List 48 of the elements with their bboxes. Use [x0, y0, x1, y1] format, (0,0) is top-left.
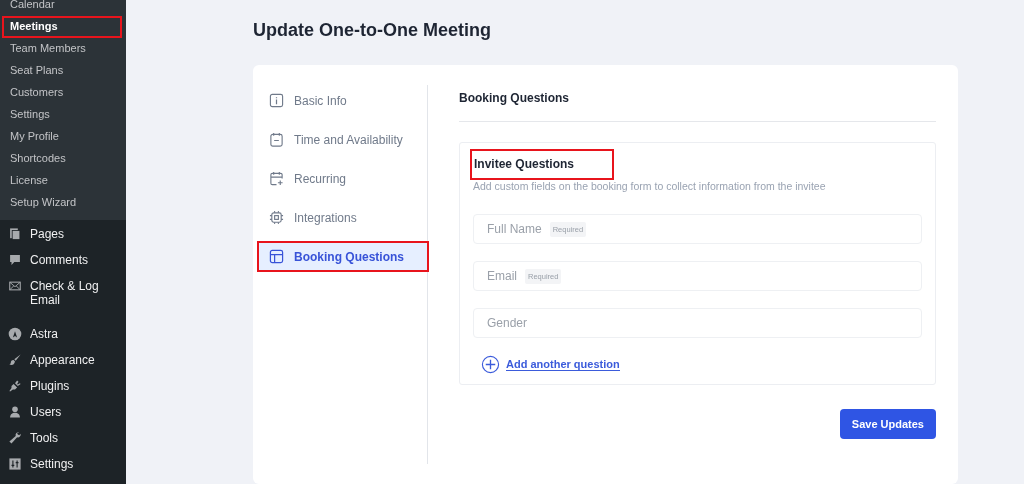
wrench-icon	[8, 431, 22, 445]
nav-tab[interactable]: Recurring	[259, 165, 427, 192]
chip-icon	[269, 210, 284, 225]
sidebar-subitem[interactable]: Calendar	[4, 0, 120, 14]
user-icon	[8, 405, 22, 419]
calendar-icon	[269, 132, 284, 147]
sidebar-subitem[interactable]: Customers	[4, 84, 120, 102]
panel-title: Invitee Questions	[474, 157, 575, 171]
sidebar-subitem[interactable]: Seat Plans	[4, 62, 120, 80]
info-icon	[269, 93, 284, 108]
field-label: Email	[487, 269, 517, 283]
sidebar-subitem[interactable]: Meetings	[4, 18, 120, 36]
sidebar-item[interactable]: Plugins	[0, 373, 126, 399]
layout-icon	[269, 249, 284, 264]
sidebar-item[interactable]: Astra	[0, 321, 126, 347]
nav-tab[interactable]: Integrations	[259, 204, 427, 231]
calendar-plus-icon	[269, 171, 284, 186]
page-title: Update One-to-One Meeting	[253, 19, 492, 42]
sidebar-item[interactable]: Users	[0, 399, 126, 425]
sidebar-subitem[interactable]: Shortcodes	[4, 150, 120, 168]
nav-tab[interactable]: Time and Availability	[259, 126, 427, 153]
panel-description: Add custom fields on the booking form to collect information from the invitee	[473, 180, 827, 192]
sidebar-subitem[interactable]: Setup Wizard	[4, 194, 120, 212]
sidebar-subitem[interactable]: License	[4, 172, 120, 190]
pages-icon	[8, 227, 22, 241]
envelope-icon	[8, 279, 22, 293]
sidebar-item[interactable]: Settings	[0, 451, 126, 477]
sidebar-item[interactable]: Appearance	[0, 347, 126, 373]
plug-icon	[8, 379, 22, 393]
sidebar-subitem[interactable]: Settings	[4, 106, 120, 124]
field-label: Gender	[487, 316, 528, 330]
sidebar-subitem[interactable]: Team Members	[4, 40, 120, 58]
speech-bubble-icon	[8, 253, 22, 267]
paintbrush-icon	[8, 353, 22, 367]
section-title: Booking Questions	[459, 85, 936, 122]
field-label: Full Name	[487, 222, 542, 236]
nav-tab[interactable]: Basic Info	[259, 87, 427, 114]
add-icon[interactable]	[481, 355, 500, 374]
save-button[interactable]: Save Updates	[839, 409, 936, 439]
sidebar-item[interactable]: Check & Log Email	[0, 273, 126, 313]
sidebar-item[interactable]: Tools	[0, 425, 126, 451]
sidebar-item[interactable]: Comments	[0, 247, 126, 273]
sidebar-item[interactable]: Pages	[0, 221, 126, 247]
sliders-icon	[8, 457, 22, 471]
add-question-link[interactable]: Add another question	[506, 358, 620, 371]
logo-icon	[8, 327, 22, 341]
nav-tab[interactable]: Booking Questions	[259, 243, 427, 270]
sidebar-subitem[interactable]: My Profile	[4, 128, 120, 146]
